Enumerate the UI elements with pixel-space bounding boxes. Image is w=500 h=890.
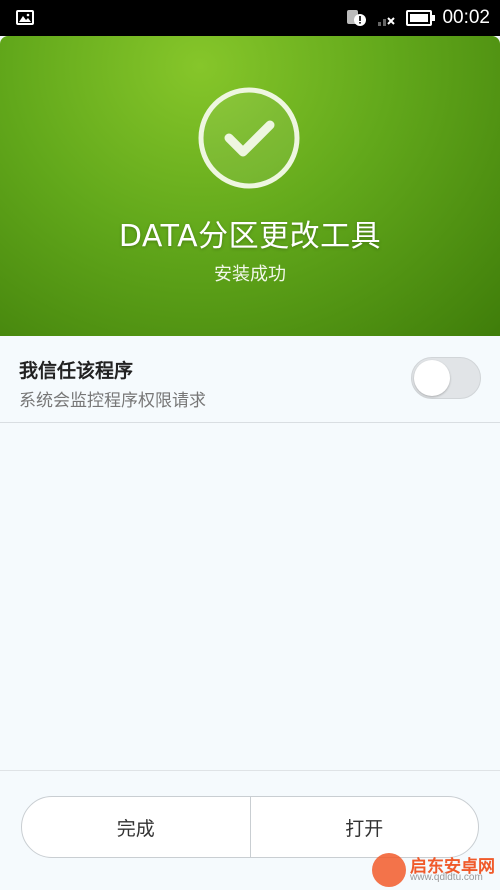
content-area	[0, 423, 500, 770]
watermark-logo	[372, 853, 406, 887]
battery-icon	[406, 10, 436, 26]
done-button[interactable]: 完成	[22, 797, 250, 857]
trust-toggle[interactable]	[411, 357, 481, 399]
status-time: 00:02	[442, 7, 490, 28]
sim-warning-icon	[346, 8, 368, 28]
status-icons: 00:02	[346, 0, 490, 36]
check-circle-icon	[198, 87, 300, 189]
status-bar: 00:02	[0, 0, 500, 36]
install-result-header: DATA分区更改工具 安装成功	[0, 36, 500, 336]
install-status: 安装成功	[214, 264, 286, 285]
no-signal-icon	[378, 10, 396, 26]
app-name: DATA分区更改工具	[118, 219, 382, 254]
image-icon	[16, 10, 34, 25]
trust-title: 我信任该程序	[19, 360, 134, 382]
toggle-knob	[414, 360, 450, 396]
trust-app-row[interactable]: 我信任该程序 系统会监控程序权限请求	[0, 336, 500, 423]
trust-subtitle: 系统会监控程序权限请求	[19, 391, 206, 411]
action-button-group: 完成 打开	[21, 796, 479, 858]
watermark-url: www.qdldtu.com	[410, 872, 483, 883]
open-button[interactable]: 打开	[249, 797, 479, 857]
